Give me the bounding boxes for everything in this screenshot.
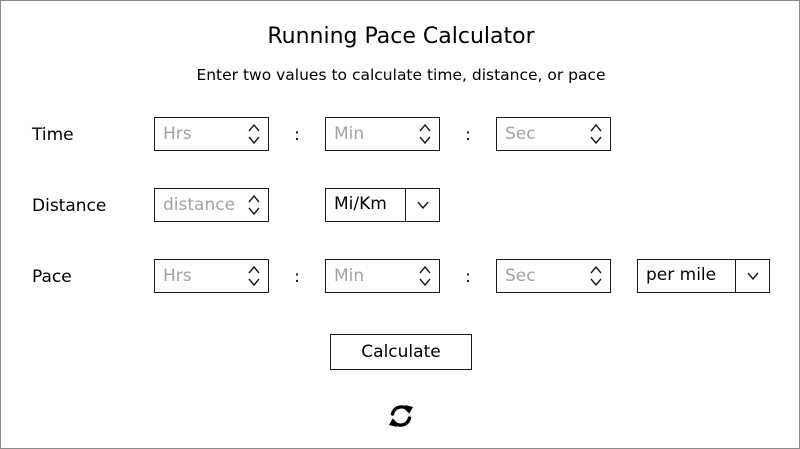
distance-label: Distance — [32, 196, 107, 216]
pace-seconds-stepper[interactable] — [496, 259, 611, 293]
pace-hours-stepper[interactable] — [154, 259, 269, 293]
up-down-arrows-icon[interactable] — [588, 263, 604, 289]
pace-unit-dropdown-button[interactable] — [735, 260, 769, 292]
refresh-icon[interactable] — [386, 401, 416, 431]
time-hours-stepper[interactable] — [154, 117, 269, 151]
distance-unit-value: Mi/Km — [334, 194, 387, 214]
distance-unit-select[interactable]: Mi/Km — [325, 188, 440, 222]
pace-unit-select[interactable]: per mile — [637, 259, 770, 293]
calculate-button[interactable]: Calculate — [330, 334, 472, 370]
distance-unit-dropdown-button[interactable] — [405, 189, 439, 221]
up-down-arrows-icon[interactable] — [417, 121, 433, 147]
pace-label: Pace — [32, 267, 72, 287]
time-separator: : — [465, 125, 471, 145]
up-down-arrows-icon[interactable] — [246, 263, 262, 289]
chevron-down-icon — [747, 272, 759, 280]
time-label: Time — [32, 125, 74, 145]
up-down-arrows-icon[interactable] — [417, 263, 433, 289]
up-down-arrows-icon[interactable] — [246, 192, 262, 218]
pace-unit-value: per mile — [646, 265, 717, 285]
calculator-window: Running Pace Calculator Enter two values… — [0, 0, 800, 449]
up-down-arrows-icon[interactable] — [246, 121, 262, 147]
time-seconds-stepper[interactable] — [496, 117, 611, 151]
pace-separator: : — [294, 267, 300, 287]
page-subtitle: Enter two values to calculate time, dist… — [196, 66, 606, 84]
pace-minutes-stepper[interactable] — [325, 259, 440, 293]
chevron-down-icon — [417, 201, 429, 209]
distance-stepper[interactable] — [154, 188, 269, 222]
pace-separator: : — [465, 267, 471, 287]
time-separator: : — [294, 125, 300, 145]
time-minutes-stepper[interactable] — [325, 117, 440, 151]
page-title: Running Pace Calculator — [267, 24, 535, 49]
up-down-arrows-icon[interactable] — [588, 121, 604, 147]
